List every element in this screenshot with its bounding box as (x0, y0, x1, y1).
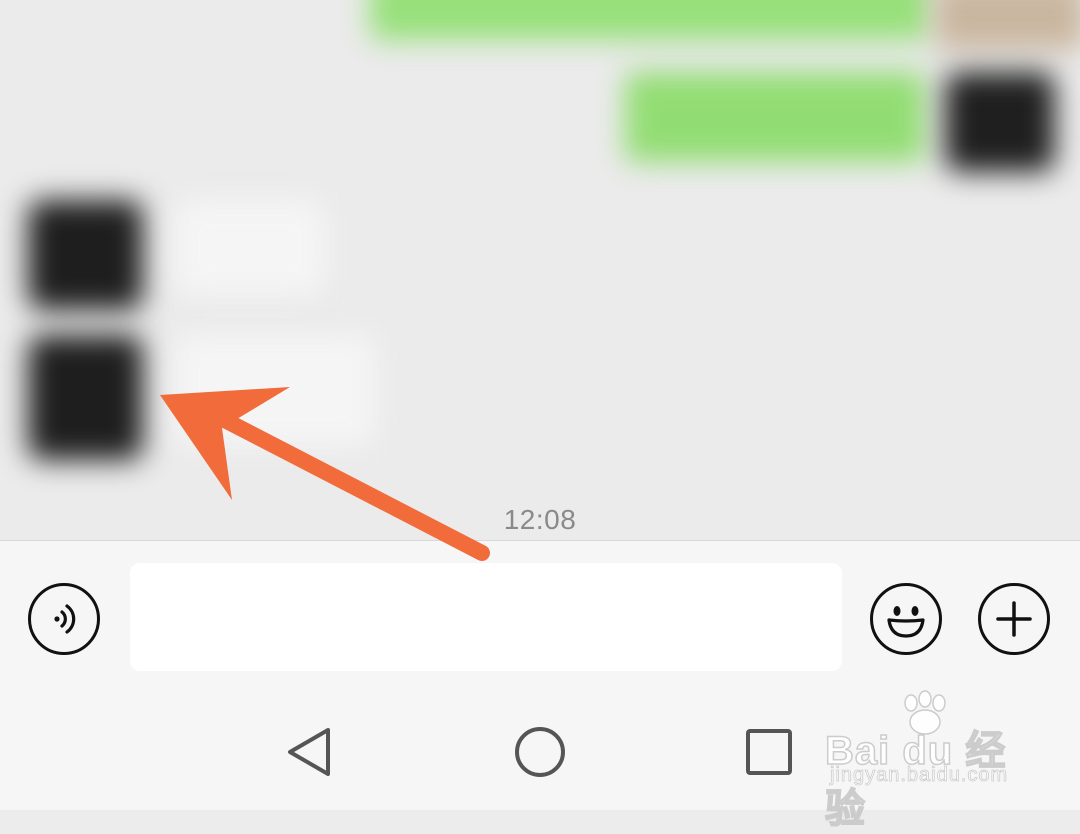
watermark-url: jingyan.baidu.com (830, 764, 1009, 787)
own-avatar[interactable] (945, 72, 1055, 172)
message-timestamp: 12:08 (503, 504, 577, 535)
recent-apps-square-icon (746, 729, 792, 775)
chat-message-area[interactable]: 12:08 (0, 0, 1080, 540)
back-button[interactable] (280, 722, 340, 782)
received-message-bubble[interactable] (175, 200, 325, 295)
emoji-button[interactable] (870, 583, 942, 655)
own-avatar[interactable] (935, 0, 1080, 50)
contact-avatar[interactable] (28, 335, 143, 460)
home-circle-icon (515, 727, 565, 777)
home-button[interactable] (510, 722, 570, 782)
more-options-button[interactable] (978, 583, 1050, 655)
sent-message-bubble[interactable] (625, 72, 925, 162)
message-input[interactable] (130, 563, 842, 671)
received-message-bubble[interactable] (175, 335, 375, 445)
contact-avatar[interactable] (28, 200, 143, 310)
plus-icon (996, 601, 1032, 637)
voice-input-icon (54, 604, 76, 634)
sent-message-bubble[interactable] (370, 0, 930, 40)
voice-input-button[interactable] (28, 583, 100, 655)
recent-apps-button[interactable] (738, 722, 798, 782)
emoji-icon (887, 606, 925, 638)
chat-input-bar (0, 540, 1080, 701)
back-triangle-icon (288, 728, 330, 776)
baidu-jingyan-watermark: Bai du 经验 jingyan.baidu.com (824, 690, 1045, 832)
